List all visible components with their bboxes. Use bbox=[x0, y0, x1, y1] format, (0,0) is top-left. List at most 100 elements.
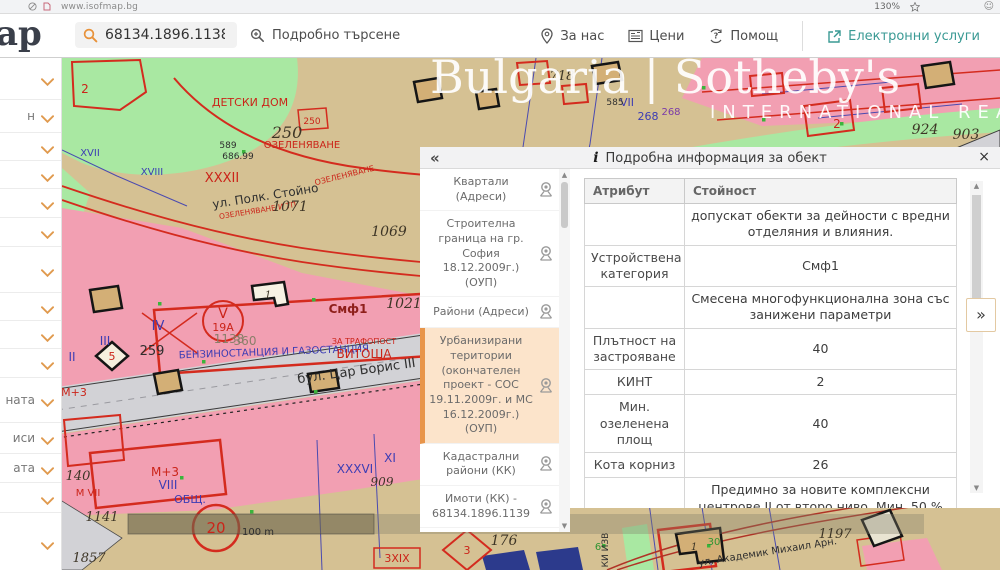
sidebar-item-label: ата bbox=[13, 461, 35, 475]
map-label: 585 bbox=[606, 98, 623, 108]
layer-item-label: Кадастрални райони (КК) bbox=[427, 450, 535, 479]
map-label: 268 bbox=[661, 107, 680, 118]
detailed-search-button[interactable]: Подробно търсене bbox=[250, 22, 400, 48]
site-logo[interactable]: ap bbox=[0, 14, 42, 54]
map-label: КИ ИЗВ bbox=[601, 533, 611, 568]
chevron-down-icon bbox=[41, 112, 54, 126]
nav-eservices[interactable]: Електронни услуги bbox=[827, 29, 980, 44]
expand-panel-button[interactable]: » bbox=[966, 298, 996, 332]
news-list-icon bbox=[628, 29, 643, 43]
map-label: 1857 bbox=[72, 551, 106, 566]
chevron-down-icon bbox=[41, 539, 54, 553]
info-panel-title: iПодробна информация за обект bbox=[420, 150, 1000, 166]
attribute-name bbox=[585, 287, 685, 329]
search-input[interactable] bbox=[105, 27, 225, 43]
map-label: 250 bbox=[303, 117, 320, 127]
sidebar-item-2[interactable] bbox=[0, 133, 61, 161]
location-pin-icon[interactable] bbox=[535, 377, 557, 395]
layer-item-4[interactable]: Кадастрални райони (КК) bbox=[420, 444, 559, 486]
nav-help[interactable]: ? Помощ bbox=[708, 28, 778, 44]
map-label: XI bbox=[384, 451, 396, 465]
table-scroll-down-icon[interactable]: ▼ bbox=[970, 484, 983, 492]
chevron-down-icon bbox=[41, 143, 54, 157]
scroll-down-icon[interactable]: ▼ bbox=[559, 522, 570, 530]
chevron-down-icon bbox=[41, 434, 54, 448]
location-pin-icon[interactable] bbox=[535, 455, 557, 473]
help-icon: ? bbox=[708, 28, 724, 44]
map-label: 1 bbox=[691, 542, 697, 553]
map-label: 259 bbox=[140, 344, 165, 359]
attribute-value: 40 bbox=[685, 395, 957, 453]
attribute-value: Смф1 bbox=[685, 245, 957, 287]
layer-item-1[interactable]: Строителна граница на гр. София 18.12.20… bbox=[420, 211, 559, 297]
attribute-name: КИНТ bbox=[585, 370, 685, 395]
blocked-icon[interactable] bbox=[28, 2, 37, 11]
layer-item-3[interactable]: Урбанизирани територии (окончателен прое… bbox=[420, 328, 559, 443]
location-pin-icon[interactable] bbox=[535, 303, 557, 321]
sidebar-item-6[interactable] bbox=[0, 247, 61, 293]
map-label: XVIII bbox=[141, 167, 164, 178]
table-scroll-up-icon[interactable]: ▲ bbox=[970, 182, 983, 190]
map-label: ВИТОША bbox=[336, 347, 392, 361]
map-label: 140 bbox=[66, 469, 91, 484]
map-label: 686.99 bbox=[222, 152, 254, 162]
map-label: VIII bbox=[159, 478, 178, 492]
sidebar-item-11[interactable]: иси bbox=[0, 423, 61, 454]
layer-item-2[interactable]: Райони (Адреси) bbox=[420, 297, 559, 328]
scroll-up-icon[interactable]: ▲ bbox=[559, 171, 570, 179]
layer-item-5[interactable]: Имоти (КК) - 68134.1896.1139 bbox=[420, 486, 559, 528]
left-sidebar: н ната иси ата bbox=[0, 58, 62, 570]
attribute-row-1: Устройствена категорияСмф1 bbox=[585, 245, 957, 287]
scrollbar-thumb[interactable] bbox=[561, 182, 568, 228]
star-icon[interactable] bbox=[910, 2, 920, 12]
nav-prices-label: Цени bbox=[649, 29, 684, 44]
map-label: 924 bbox=[912, 122, 939, 138]
location-pin-icon[interactable] bbox=[535, 498, 557, 516]
sidebar-item-10[interactable]: ната bbox=[0, 378, 61, 423]
chevron-down-icon bbox=[41, 331, 54, 345]
search-icon bbox=[83, 28, 98, 43]
map-label: V bbox=[218, 306, 228, 322]
sidebar-item-8[interactable] bbox=[0, 321, 61, 349]
feedback-smiley-icon[interactable]: ☺ bbox=[984, 1, 994, 12]
chevron-down-icon bbox=[41, 359, 54, 373]
map-label: 1 bbox=[265, 290, 271, 301]
attribute-value: допускат обекти за дейности с вредни отд… bbox=[685, 204, 957, 246]
page-icon[interactable] bbox=[43, 2, 51, 11]
sidebar-item-0[interactable] bbox=[0, 58, 61, 100]
map-label: III bbox=[100, 334, 111, 348]
nav-about[interactable]: За нас bbox=[540, 28, 604, 44]
map-label: XXXII bbox=[205, 171, 239, 186]
sidebar-item-14[interactable] bbox=[0, 513, 61, 570]
top-nav: За нас Цени ? Помощ Електронни услуги bbox=[540, 14, 980, 58]
map-label: 3XIX bbox=[384, 552, 410, 565]
sidebar-item-9[interactable] bbox=[0, 349, 61, 378]
sidebar-item-1[interactable]: н bbox=[0, 100, 61, 133]
search-box[interactable] bbox=[75, 22, 237, 48]
map-label: 2 bbox=[81, 82, 89, 96]
location-pin-icon[interactable] bbox=[535, 181, 557, 199]
nav-help-label: Помощ bbox=[730, 29, 778, 44]
sidebar-item-3[interactable] bbox=[0, 161, 61, 189]
table-scrollbar-thumb[interactable] bbox=[972, 195, 981, 315]
layer-item-0[interactable]: Квартали (Адреси) bbox=[420, 169, 559, 211]
detailed-search-label: Подробно търсене bbox=[272, 28, 400, 43]
browser-zoom-level[interactable]: 130% bbox=[874, 2, 900, 12]
chevron-down-icon bbox=[41, 266, 54, 280]
browser-url[interactable]: www.isofmap.bg bbox=[61, 2, 138, 12]
sidebar-item-label: иси bbox=[13, 431, 35, 445]
attribute-row-2: Смесена многофункционална зона със заниж… bbox=[585, 287, 957, 329]
location-pin-icon[interactable] bbox=[535, 245, 557, 263]
sidebar-item-4[interactable] bbox=[0, 189, 61, 218]
close-panel-button[interactable]: × bbox=[978, 149, 990, 165]
svg-text:?: ? bbox=[714, 32, 719, 41]
table-scrollbar[interactable]: ▲ ▼ bbox=[970, 181, 983, 493]
sidebar-item-13[interactable] bbox=[0, 483, 61, 513]
layers-scrollbar[interactable]: ▲ ▼ bbox=[559, 169, 570, 532]
nav-prices[interactable]: Цени bbox=[628, 29, 684, 44]
sidebar-item-5[interactable] bbox=[0, 218, 61, 247]
sidebar-item-7[interactable] bbox=[0, 293, 61, 321]
attribute-value: Предимно за новите комплексни центрове I… bbox=[685, 478, 957, 508]
attribute-row-3: Плътност на застрояване40 bbox=[585, 328, 957, 370]
sidebar-item-12[interactable]: ата bbox=[0, 454, 61, 483]
